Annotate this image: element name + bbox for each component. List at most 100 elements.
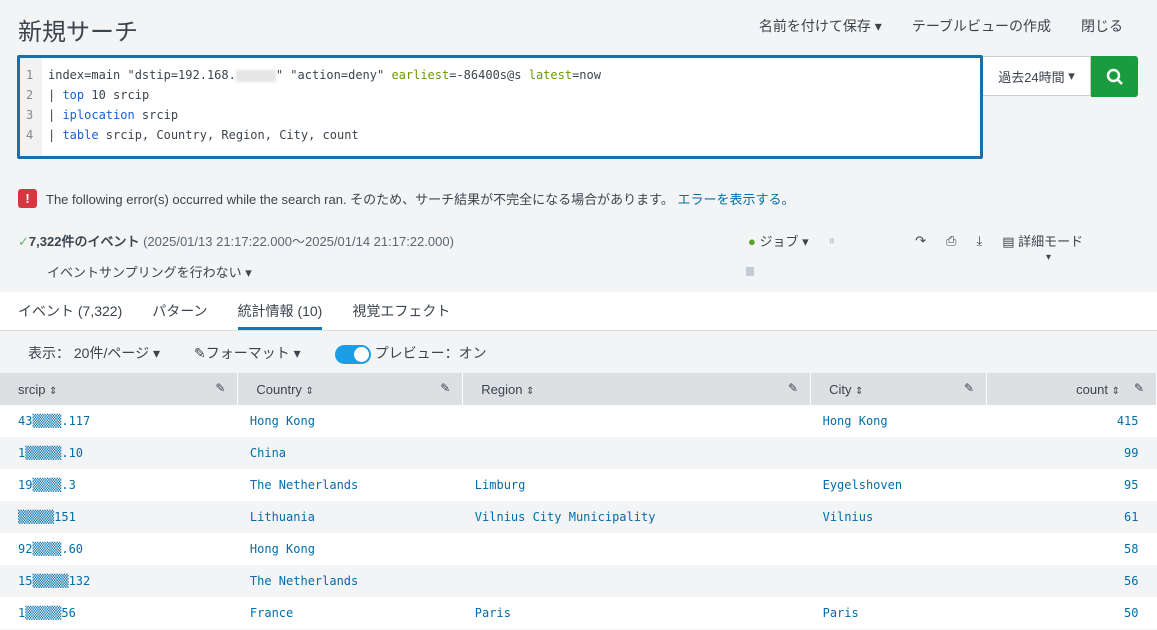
column-label: Country: [256, 382, 302, 397]
stop-icon[interactable]: [746, 267, 754, 276]
search-token: srcip: [135, 108, 178, 122]
search-token: index=main "dstip=192.168.: [48, 68, 236, 82]
column-header-city[interactable]: City ⇕ ✎: [811, 373, 987, 405]
results-table: srcip ⇕✎Country ⇕✎Region ⇕✎City ⇕✎count …: [0, 373, 1157, 629]
tab-statistics[interactable]: 統計情報 (10): [238, 292, 323, 330]
cell-srcip[interactable]: 43▒▒▒▒.117: [0, 405, 238, 437]
cell-srcip[interactable]: 1▒▒▒▒▒56: [0, 597, 238, 629]
table-view-button[interactable]: テーブルビューの作成: [912, 16, 1051, 36]
format-dropdown[interactable]: ✎フォーマット ▾: [194, 343, 301, 363]
search-line[interactable]: 1index=main "dstip=192.168. " "action=den…: [26, 65, 601, 85]
cell-city[interactable]: [811, 565, 987, 597]
cell-country[interactable]: China: [238, 437, 463, 469]
cell-region[interactable]: [463, 533, 811, 565]
search-line[interactable]: 3| iplocation srcip: [26, 105, 178, 125]
cell-city[interactable]: Vilnius: [811, 501, 987, 533]
search-token: table: [62, 128, 98, 142]
cell-region[interactable]: [463, 405, 811, 437]
tab-visualization[interactable]: 視覚エフェクト: [352, 292, 450, 330]
cell-region[interactable]: Limburg: [463, 469, 811, 501]
save-as-label: 名前を付けて保存: [759, 18, 871, 34]
line-number: 1: [26, 65, 48, 85]
cell-country[interactable]: France: [238, 597, 463, 629]
cell-region[interactable]: [463, 437, 811, 469]
cell-srcip[interactable]: 15▒▒▒▒▒132: [0, 565, 238, 597]
sort-icon[interactable]: ⇕: [526, 386, 534, 397]
cell-country[interactable]: The Netherlands: [238, 469, 463, 501]
cell-count[interactable]: 95: [987, 469, 1157, 501]
column-label: Region: [481, 382, 522, 397]
search-line[interactable]: 4| table srcip, Country, Region, City, c…: [26, 125, 359, 145]
search-token: 10 srcip: [84, 88, 149, 102]
preview-toggle[interactable]: プレビュー：オン: [335, 343, 487, 364]
cell-srcip[interactable]: 92▒▒▒▒.60: [0, 533, 238, 565]
cell-srcip[interactable]: 19▒▒▒▒.3: [0, 469, 238, 501]
search-token: top: [62, 88, 84, 102]
job-menu[interactable]: ● ジョブ ▾: [748, 231, 809, 250]
cell-count[interactable]: 61: [987, 501, 1157, 533]
pause-icon[interactable]: ⏸: [829, 233, 836, 249]
column-label: City: [829, 382, 851, 397]
cell-count[interactable]: 415: [987, 405, 1157, 437]
cell-count[interactable]: 56: [987, 565, 1157, 597]
cell-count[interactable]: 50: [987, 597, 1157, 629]
show-errors-link[interactable]: エラーを表示する。: [678, 192, 795, 207]
edit-column-icon[interactable]: ✎: [964, 381, 974, 395]
search-icon: [1106, 68, 1124, 86]
sort-icon[interactable]: ⇕: [49, 386, 57, 397]
edit-column-icon[interactable]: ✎: [440, 381, 450, 395]
line-number: 4: [26, 125, 48, 145]
cell-city[interactable]: Eygelshoven: [811, 469, 987, 501]
result-tabs: イベント (7,322) パターン 統計情報 (10) 視覚エフェクト: [0, 292, 1157, 331]
sort-icon[interactable]: ⇕: [306, 386, 314, 397]
cell-count[interactable]: 58: [987, 533, 1157, 565]
share-icon[interactable]: ↷: [915, 233, 926, 249]
search-token: " "action=deny": [276, 68, 392, 82]
save-as-menu[interactable]: 名前を付けて保存 ▾: [759, 16, 882, 36]
cell-country[interactable]: Hong Kong: [238, 533, 463, 565]
time-range-picker[interactable]: 過去24時間 ▾: [983, 56, 1091, 96]
tab-events[interactable]: イベント (7,322): [18, 292, 122, 330]
cell-country[interactable]: The Netherlands: [238, 565, 463, 597]
sort-icon[interactable]: ⇕: [855, 386, 863, 397]
column-header-srcip[interactable]: srcip ⇕✎: [0, 373, 238, 405]
export-icon[interactable]: ⤓: [976, 233, 982, 249]
mode-menu[interactable]: ▤ 詳細モード: [1002, 231, 1083, 250]
cell-country[interactable]: Lithuania: [238, 501, 463, 533]
tab-patterns[interactable]: パターン: [152, 292, 207, 330]
search-button[interactable]: [1091, 56, 1138, 97]
search-token: latest: [529, 68, 572, 82]
cell-city[interactable]: [811, 533, 987, 565]
cell-city[interactable]: Paris: [811, 597, 987, 629]
cell-country[interactable]: Hong Kong: [238, 405, 463, 437]
column-header-region[interactable]: Region ⇕ ✎: [463, 373, 811, 405]
mode-chevron-icon[interactable]: ▾: [1046, 252, 1051, 263]
search-line[interactable]: 2| top 10 srcip: [26, 85, 149, 105]
page-size-dropdown[interactable]: 表示： 20件/ページ ▾: [28, 343, 160, 363]
column-header-count[interactable]: count ⇕ ✎: [987, 373, 1157, 405]
cell-city[interactable]: [811, 437, 987, 469]
cell-srcip[interactable]: ▒▒▒▒▒151: [0, 501, 238, 533]
table-row: 19▒▒▒▒.3The NetherlandsLimburgEygelshove…: [0, 469, 1157, 501]
cell-region[interactable]: Paris: [463, 597, 811, 629]
masked-text: [236, 70, 276, 82]
column-label: count: [1076, 382, 1108, 397]
sort-icon[interactable]: ⇕: [1112, 386, 1120, 397]
search-editor[interactable]: 1index=main "dstip=192.168. " "action=den…: [17, 55, 983, 159]
cell-srcip[interactable]: 1▒▒▒▒▒.10: [0, 437, 238, 469]
cell-region[interactable]: Vilnius City Municipality: [463, 501, 811, 533]
cell-count[interactable]: 99: [987, 437, 1157, 469]
search-token: =-86400s@s: [449, 68, 528, 82]
print-icon[interactable]: ⎙: [946, 233, 956, 249]
toggle-switch[interactable]: [335, 345, 371, 364]
format-label: フォーマット: [206, 345, 290, 361]
edit-column-icon[interactable]: ✎: [215, 381, 225, 395]
edit-column-icon[interactable]: ✎: [788, 381, 798, 395]
cell-region[interactable]: [463, 565, 811, 597]
search-token: srcip, Country, Region, City, count: [99, 128, 359, 142]
close-button[interactable]: 閉じる: [1081, 16, 1123, 36]
edit-column-icon[interactable]: ✎: [1134, 381, 1144, 395]
column-header-country[interactable]: Country ⇕ ✎: [238, 373, 463, 405]
sampling-dropdown[interactable]: イベントサンプリングを行わない ▾: [47, 262, 252, 281]
cell-city[interactable]: Hong Kong: [811, 405, 987, 437]
